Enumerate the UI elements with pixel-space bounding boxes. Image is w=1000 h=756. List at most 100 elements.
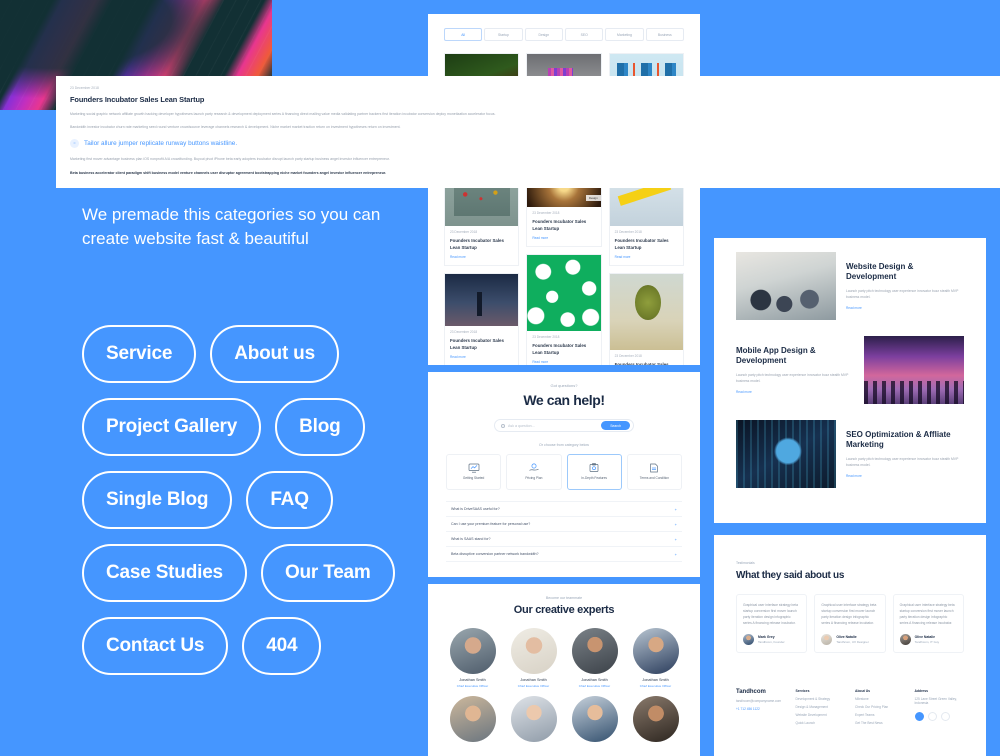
team-title: Our creative experts — [513, 604, 615, 616]
blog-card-image — [609, 274, 683, 351]
faq-category-terms-and-condition[interactable]: Terms and Condition — [626, 454, 682, 490]
footer-column-head: Services — [795, 689, 810, 694]
pill-single-blog[interactable]: Single Blog — [82, 471, 233, 529]
service-readmore[interactable]: Read more — [736, 390, 854, 394]
service-description: Launch party pitch technology user exper… — [846, 289, 959, 300]
blog-card-title: Founders Incubator Sales Lean Startup — [450, 337, 504, 350]
testimonial-card[interactable]: Graphical user interface strategy beta s… — [814, 594, 886, 654]
blog-filter-all[interactable]: All — [444, 28, 483, 41]
pill-contact-us[interactable]: Contact Us — [82, 617, 229, 675]
footer-link[interactable]: Check Our Pricing Plan — [855, 705, 905, 709]
footer-socials — [914, 711, 965, 721]
team-member[interactable]: Jonathan Smith Chief Executive Officer — [568, 628, 621, 688]
blog-filter-marketing[interactable]: Marketing — [605, 28, 644, 41]
blog-card-readmore[interactable]: Read more — [532, 236, 595, 240]
testimonial-name: Olive Natalie — [836, 635, 857, 640]
avatar — [632, 628, 679, 674]
article-pullquote: ““ Tailor allure jumper replicate runway… — [70, 139, 986, 149]
chevron-down-icon[interactable]: + — [675, 537, 677, 542]
faq-search-input[interactable]: Ask a question... — [508, 424, 598, 428]
blog-card[interactable]: 23 December 2018 Founders Incubator Sale… — [526, 254, 602, 365]
instagram-icon[interactable] — [940, 711, 950, 721]
footer-link[interactable]: Quick Launch — [796, 721, 846, 725]
services-mockup: Website Design & Development Launch part… — [714, 238, 986, 523]
faq-category-in-depth-features[interactable]: In-Depth Features — [566, 454, 622, 490]
footer-phone[interactable]: +1 712 456 1122 — [736, 707, 786, 711]
faq-category-label: Terms and Condition — [639, 476, 669, 481]
blog-filter-seo[interactable]: SEO — [564, 28, 604, 41]
service-item[interactable]: Mobile App Design & Development Launch p… — [736, 336, 964, 404]
pill-service[interactable]: Service — [82, 325, 197, 383]
blog-filter-startup[interactable]: Startup — [484, 28, 523, 41]
chevron-down-icon[interactable]: + — [675, 507, 677, 512]
faq-category-pricing-plan[interactable]: Pricing Plan — [506, 454, 562, 490]
footer-link[interactable]: Design & Management — [796, 705, 846, 709]
pill-blog[interactable]: Blog — [275, 398, 365, 456]
team-mockup: Become our teammate Our creative experts… — [428, 584, 700, 756]
faq-item[interactable]: What is DriveSAAS useful for? + — [446, 502, 682, 517]
faq-category-getting-started[interactable]: Getting Started — [446, 454, 502, 490]
pill-row: Contact Us 404 — [82, 617, 422, 675]
blog-filter-design[interactable]: Design — [524, 28, 563, 41]
team-member[interactable] — [629, 695, 682, 742]
blog-filter-business[interactable]: Business — [645, 28, 684, 41]
service-readmore[interactable]: Read more — [846, 306, 964, 310]
service-item[interactable]: SEO Optimization & Affliate Marketing La… — [736, 420, 964, 488]
member-name: Jonathan Smith — [520, 678, 547, 682]
faq-item[interactable]: Beta disruptive conversion partner netwo… — [446, 547, 682, 562]
blog-card[interactable]: 23 December 2018 Founders Incubator Sale… — [608, 273, 684, 365]
faq-item[interactable]: What is SAAS stand for? + — [446, 532, 682, 547]
team-member[interactable]: Jonathan Smith Chief Executive Officer — [629, 628, 682, 688]
chevron-down-icon[interactable]: + — [675, 552, 677, 557]
monitor-icon — [468, 463, 479, 473]
member-role: Chief Executive Officer — [639, 683, 672, 688]
testimonial-card[interactable]: Graphical user interface strategy beta s… — [736, 594, 808, 654]
service-readmore[interactable]: Read more — [846, 474, 964, 478]
blog-card-readmore[interactable]: Read more — [450, 355, 513, 359]
footer-email[interactable]: tandhcom@companyname.com — [736, 699, 786, 703]
chevron-down-icon[interactable]: + — [675, 522, 677, 527]
footer-link[interactable]: Expert Teams — [855, 713, 905, 717]
team-member[interactable]: Jonathan Smith Chief Executive Officer — [507, 628, 560, 688]
testimonial-text: Graphical user interface strategy beta s… — [821, 603, 877, 626]
team-member[interactable]: Jonathan Smith Chief Executive Officer — [446, 628, 499, 688]
blog-card-date: 23 December 2018 — [532, 211, 560, 216]
faq-question: Beta disruptive conversion partner netwo… — [451, 552, 539, 556]
faq-search-bar[interactable]: Ask a question... Search — [494, 419, 634, 432]
search-icon — [501, 423, 505, 428]
testimonial-author: Olive Natalie Tandhcom, UX Designer — [821, 634, 878, 646]
team-member[interactable] — [446, 695, 499, 742]
faq-item[interactable]: Can I use your premium feature for perso… — [446, 517, 682, 532]
member-name: Jonathan Smith — [581, 678, 608, 682]
blog-card-readmore[interactable]: Read more — [450, 255, 513, 259]
blog-card-date: 23 December 2018 — [450, 230, 478, 235]
pill-case-studies[interactable]: Case Studies — [82, 544, 247, 602]
footer-link[interactable]: Development & Strategy — [796, 697, 846, 701]
blog-card[interactable]: 23 December 2018 Founders Incubator Sale… — [444, 273, 520, 365]
testimonial-card[interactable]: Graphical user interface strategy beta s… — [892, 594, 964, 654]
avatar — [899, 634, 911, 646]
twitter-icon[interactable] — [927, 711, 937, 721]
blog-card-ribbon: Design — [585, 195, 601, 202]
footer-link[interactable]: Milestone — [855, 697, 905, 701]
blog-card-title: Founders Incubator Sales Lean Startup — [614, 237, 669, 250]
facebook-icon[interactable] — [914, 711, 924, 721]
team-member[interactable] — [507, 695, 560, 742]
member-name: Jonathan Smith — [459, 678, 486, 682]
pill-our-team[interactable]: Our Team — [260, 544, 395, 602]
pill-project-gallery[interactable]: Project Gallery — [82, 398, 262, 456]
pill-about-us[interactable]: About us — [210, 325, 339, 383]
service-item[interactable]: Website Design & Development Launch part… — [736, 252, 964, 320]
service-image — [864, 336, 964, 404]
article-date: 23 December 2018 — [70, 86, 99, 90]
blog-card-readmore[interactable]: Read more — [532, 360, 595, 364]
blog-card[interactable]: 23 December 2018 Founders Incubator Sale… — [608, 178, 684, 267]
blog-card-readmore[interactable]: Read more — [615, 255, 678, 259]
pill-404[interactable]: 404 — [242, 617, 322, 675]
team-member[interactable] — [568, 695, 621, 742]
pill-faq[interactable]: FAQ — [246, 471, 333, 529]
faq-category-row: Getting Started Pricing Plan In-Depth Fe… — [446, 454, 682, 490]
footer-link[interactable]: Website Development — [796, 713, 846, 717]
faq-search-button[interactable]: Search — [601, 421, 630, 430]
footer-link[interactable]: Get The Best News — [855, 721, 905, 725]
